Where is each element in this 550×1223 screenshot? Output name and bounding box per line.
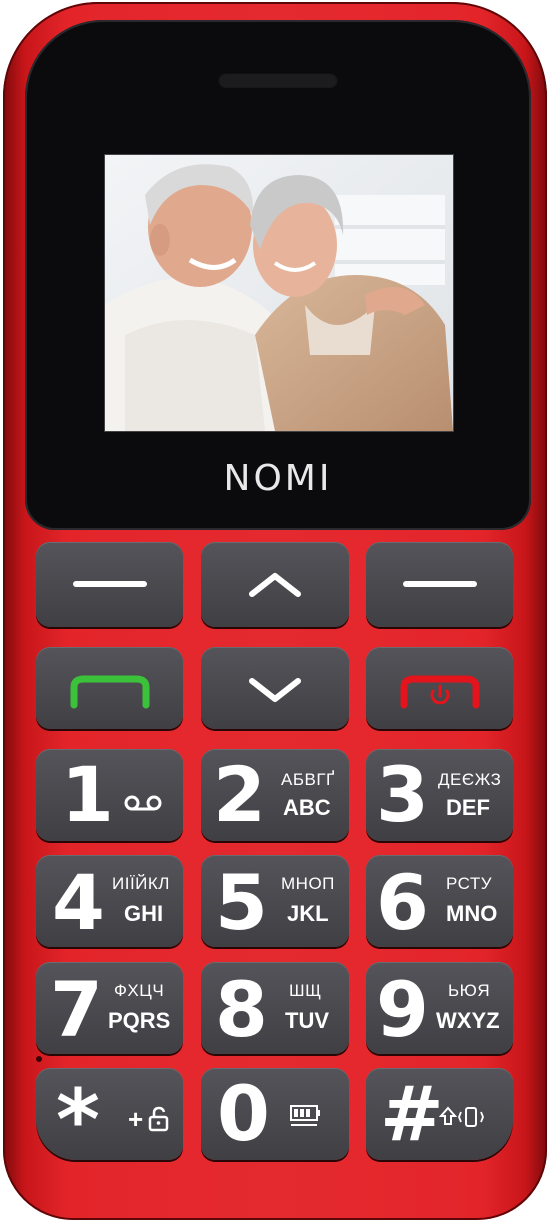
nav-down-button[interactable] — [201, 647, 349, 729]
key-cyrillic-letters: ИІЇЙКЛ — [112, 874, 170, 893]
key-digit: 2 — [213, 750, 266, 839]
key-digit: 6 — [376, 858, 429, 947]
key-hash[interactable]: # — [366, 1068, 513, 1160]
key-digit: 4 — [52, 858, 105, 947]
end-call-button[interactable] — [366, 647, 513, 729]
key-digit: 1 — [61, 750, 114, 839]
key-latin-letters: WXYZ — [436, 1008, 500, 1033]
key-star[interactable]: * + — [36, 1068, 183, 1169]
key-latin-letters: MNO — [446, 901, 498, 926]
key-latin-letters: ABC — [283, 795, 331, 820]
key-latin-letters: DEF — [446, 795, 490, 820]
key-cyrillic-letters: ФХЦЧ — [114, 981, 165, 1000]
nav-up-button[interactable] — [201, 542, 349, 627]
key-8[interactable]: 8 ШЩ TUV — [201, 962, 349, 1054]
key-digit: 9 — [376, 965, 429, 1054]
key-cyrillic-letters: МНОП — [281, 874, 335, 893]
key-digit: 5 — [215, 858, 268, 947]
key-cyrillic-letters: АБВГҐ — [281, 770, 335, 789]
key-2[interactable]: 2 АБВГҐ ABC — [201, 749, 349, 841]
key-digit: 8 — [215, 965, 268, 1054]
battery-icon — [290, 1105, 320, 1126]
key-3[interactable]: 3 ДЕЄЖЗ DEF — [366, 749, 513, 841]
key-latin-letters: TUV — [285, 1008, 329, 1033]
key-latin-letters: GHI — [124, 901, 164, 926]
key-6[interactable]: 6 РСТУ MNO — [366, 855, 513, 947]
chevron-up-icon — [249, 573, 301, 597]
key-digit: * — [56, 1071, 100, 1169]
right-soft-key[interactable] — [366, 542, 513, 627]
key-7[interactable]: 7 ФХЦЧ PQRS — [36, 962, 183, 1054]
microphone-hole — [36, 1056, 42, 1062]
display-screen — [104, 154, 454, 432]
dash-icon — [403, 581, 477, 587]
key-1[interactable]: 1 — [36, 749, 183, 841]
key-cyrillic-letters: ЬЮЯ — [448, 981, 491, 1000]
call-icon — [70, 675, 150, 709]
chevron-down-icon — [249, 678, 301, 702]
lock-icon — [148, 1106, 169, 1132]
key-cyrillic-letters: РСТУ — [446, 874, 493, 893]
call-button[interactable] — [36, 647, 183, 729]
key-latin-letters: + — [128, 1104, 144, 1134]
key-digit: 7 — [50, 965, 103, 1054]
phone-body: NOMI 1 2 АБВГҐ ABC 3 ДЕЄЖЗ DEF 4 ИІЇЙКЛ … — [3, 2, 547, 1220]
left-soft-key[interactable] — [36, 542, 183, 627]
key-cyrillic-letters: ДЕЄЖЗ — [438, 770, 502, 789]
key-latin-letters: PQRS — [108, 1008, 171, 1033]
key-9[interactable]: 9 ЬЮЯ WXYZ — [366, 962, 513, 1054]
wallpaper-photo — [105, 155, 453, 431]
key-digit: 0 — [217, 1069, 270, 1158]
key-4[interactable]: 4 ИІЇЙКЛ GHI — [36, 855, 183, 947]
key-cyrillic-letters: ШЩ — [289, 981, 322, 1000]
dash-icon — [73, 581, 147, 587]
earpiece-speaker — [218, 72, 338, 88]
brand-logo: NOMI — [223, 458, 333, 499]
shift-vibrate-icon — [438, 1106, 484, 1127]
key-digit: # — [380, 1069, 444, 1158]
key-digit: 3 — [376, 750, 429, 839]
end-call-power-icon — [400, 675, 480, 709]
phone-front-panel: NOMI — [25, 20, 531, 530]
key-0[interactable]: 0 — [201, 1068, 349, 1160]
key-latin-letters: JKL — [287, 901, 329, 926]
voicemail-icon — [124, 795, 162, 811]
key-5[interactable]: 5 МНОП JKL — [201, 855, 349, 947]
